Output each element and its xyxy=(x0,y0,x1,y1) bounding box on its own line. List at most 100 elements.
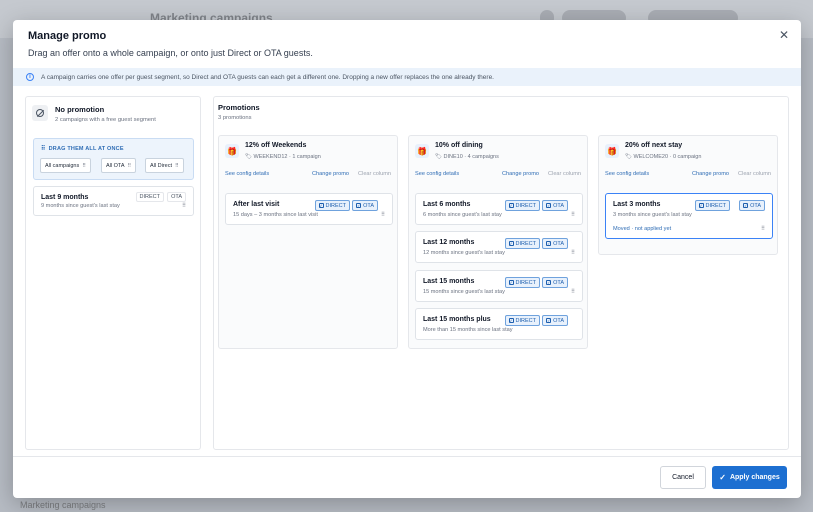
drag-chip-all-ota[interactable]: All OTA ⠿ xyxy=(101,158,137,173)
segment-tag-direct[interactable]: ✓ DIRECT xyxy=(694,200,730,211)
check-icon: ✓ xyxy=(508,203,514,208)
gift-icon: 🎁 xyxy=(415,144,429,158)
info-icon: i xyxy=(26,73,34,81)
segment-card[interactable]: Last 3 months ✓ DIRECT ✓ OTA 3 months sinc… xyxy=(605,193,773,239)
change-promo-link[interactable]: Change promo xyxy=(312,171,349,177)
promo-code: 🏷 DINE10 · 4 campaigns xyxy=(435,154,499,160)
promo-code: 🏷 WEEKEND12 · 1 campaign xyxy=(245,154,321,160)
see-config-link[interactable]: See config details xyxy=(225,171,269,177)
segment-title: Last 6 months xyxy=(423,201,471,208)
drag-chip-all-direct[interactable]: All Direct ⠿ xyxy=(145,158,184,173)
tag-icon: 🏷 xyxy=(435,154,444,160)
segment-card[interactable]: Last 12 months ✓ DIRECT ✓ OTA 12 months si… xyxy=(415,231,583,263)
segment-tag-direct[interactable]: ✓ DIRECT xyxy=(504,277,540,288)
segment-title: Last 15 months plus xyxy=(423,316,491,323)
tag-icon: 🏷 xyxy=(625,154,634,160)
promo-title: 10% off dining xyxy=(435,142,483,149)
segment-tag-direct[interactable]: ✓ DIRECT xyxy=(504,315,540,326)
segment-title: Last 12 months xyxy=(423,239,475,246)
segment-tag-ota[interactable]: OTA xyxy=(167,192,186,202)
promo-title: 12% off Weekends xyxy=(245,142,307,149)
promo-links: See config details Change promo Clear co… xyxy=(225,171,391,179)
no-promotion-header: No promotion 2 campaigns with a free gue… xyxy=(32,103,196,129)
grip-icon: ⠿ xyxy=(760,226,765,232)
segment-title: Last 9 months xyxy=(41,194,89,201)
promo-column-dining: 🎁 10% off dining 🏷 DINE10 · 4 campaigns … xyxy=(408,135,588,349)
promotions-area: Promotions 3 promotions 🎁 12% off Weeken… xyxy=(213,96,789,450)
check-icon: ✓ xyxy=(356,203,362,208)
change-promo-link[interactable]: Change promo xyxy=(692,171,729,177)
segment-tag-ota[interactable]: ✓ OTA xyxy=(542,277,568,288)
info-banner: i A campaign carries one offer per guest… xyxy=(13,68,801,86)
drag-all-label: ⠿ DRAG THEM ALL AT ONCE xyxy=(41,146,124,152)
segment-card[interactable]: Last 15 months ✓ DIRECT ✓ OTA 15 months si… xyxy=(415,270,583,302)
segment-tag-ota[interactable]: ✓ OTA xyxy=(542,238,568,249)
background-footer-text: Marketing campaigns xyxy=(20,500,106,510)
check-icon: ✓ xyxy=(698,203,704,208)
check-icon: ✓ xyxy=(546,280,552,285)
segment-card[interactable]: Last 15 months plus ✓ DIRECT ✓ OTA More th… xyxy=(415,308,583,340)
segment-tag-ota[interactable]: ✓ OTA xyxy=(352,200,378,211)
drag-chip-all-campaigns[interactable]: All campaigns ⠿ xyxy=(40,158,91,173)
grip-icon: ⠿ xyxy=(570,212,575,218)
see-config-link[interactable]: See config details xyxy=(605,171,649,177)
segment-title: After last visit xyxy=(233,201,280,208)
change-promo-link[interactable]: Change promo xyxy=(502,171,539,177)
promo-links: See config details Change promo Clear co… xyxy=(605,171,771,179)
clear-column-link[interactable]: Clear column xyxy=(738,171,771,177)
drag-all-box: ⠿ DRAG THEM ALL AT ONCE All campaigns ⠿ Al… xyxy=(33,138,194,180)
no-promotion-title: No promotion xyxy=(55,105,105,114)
segment-subtitle: 15 months since guest's last stay xyxy=(423,289,505,295)
gift-icon: 🎁 xyxy=(225,144,239,158)
moved-note: Moved · not applied yet xyxy=(613,226,672,232)
clear-column-link[interactable]: Clear column xyxy=(358,171,391,177)
segment-subtitle: 3 months since guest's last stay xyxy=(613,212,692,218)
grip-icon: ⠿ xyxy=(380,212,385,218)
segment-title: Last 3 months xyxy=(613,201,661,208)
no-promotion-column: No promotion 2 campaigns with a free gue… xyxy=(25,96,201,450)
tag-icon: 🏷 xyxy=(245,154,254,160)
promo-links: See config details Change promo Clear co… xyxy=(415,171,581,179)
check-icon: ✓ xyxy=(546,241,552,246)
grip-icon: ⠿ xyxy=(570,289,575,295)
grip-icon: ⠿ xyxy=(82,162,86,169)
apply-changes-button[interactable]: ✓ Apply changes xyxy=(712,466,787,489)
segment-tag-direct[interactable]: DIRECT xyxy=(135,192,164,202)
segment-tag-direct[interactable]: ✓ DIRECT xyxy=(504,238,540,249)
gift-icon: 🎁 xyxy=(605,144,619,158)
check-icon: ✓ xyxy=(546,318,552,323)
segment-tag-ota[interactable]: ✓ OTA xyxy=(542,200,568,211)
grip-icon: ⠿ xyxy=(127,162,132,169)
promo-column-weekends: 🎁 12% off Weekends 🏷 WEEKEND12 · 1 campa… xyxy=(218,135,398,349)
clear-column-link[interactable]: Clear column xyxy=(548,171,581,177)
check-icon: ✓ xyxy=(719,473,726,482)
grip-icon: ⠿ xyxy=(175,162,179,169)
manage-promo-modal: Manage promo Drag an offer onto a whole … xyxy=(13,20,801,498)
check-icon: ✓ xyxy=(743,203,749,208)
segment-subtitle: 9 months since guest's last stay xyxy=(41,203,120,209)
promotions-header: Promotions xyxy=(218,103,260,112)
check-icon: ✓ xyxy=(508,280,514,285)
info-banner-text: A campaign carries one offer per guest s… xyxy=(41,73,494,81)
segment-card[interactable]: After last visit ✓ DIRECT ✓ OTA 15 days – … xyxy=(225,193,393,225)
segment-subtitle: More than 15 months since last stay xyxy=(423,327,513,333)
modal-title: Manage promo xyxy=(28,30,107,42)
segment-tag-direct[interactable]: ✓ DIRECT xyxy=(504,200,540,211)
grip-icon: ⠿ xyxy=(181,203,186,209)
segment-subtitle: 15 days – 3 months since last visit xyxy=(233,212,318,218)
segment-title: Last 15 months xyxy=(423,278,475,285)
grip-icon: ⠿ xyxy=(570,250,575,256)
segment-card[interactable]: Last 9 months DIRECT OTA 9 months since … xyxy=(33,186,194,216)
cancel-button[interactable]: Cancel xyxy=(660,466,706,489)
promotions-count: 3 promotions xyxy=(218,115,252,121)
promo-code: 🏷 WELCOME20 · 0 campaign xyxy=(625,154,702,160)
segment-card[interactable]: Last 6 months ✓ DIRECT ✓ OTA 6 months sinc… xyxy=(415,193,583,225)
drag-handle-icon: ⠿ xyxy=(41,146,46,152)
segment-tag-ota[interactable]: ✓ OTA xyxy=(739,200,765,211)
segment-tag-ota[interactable]: ✓ OTA xyxy=(542,315,568,326)
see-config-link[interactable]: See config details xyxy=(415,171,459,177)
segment-tag-direct[interactable]: ✓ DIRECT xyxy=(314,200,350,211)
footer-divider xyxy=(13,456,801,457)
check-icon: ✓ xyxy=(508,241,514,246)
close-icon[interactable]: ✕ xyxy=(777,28,791,42)
